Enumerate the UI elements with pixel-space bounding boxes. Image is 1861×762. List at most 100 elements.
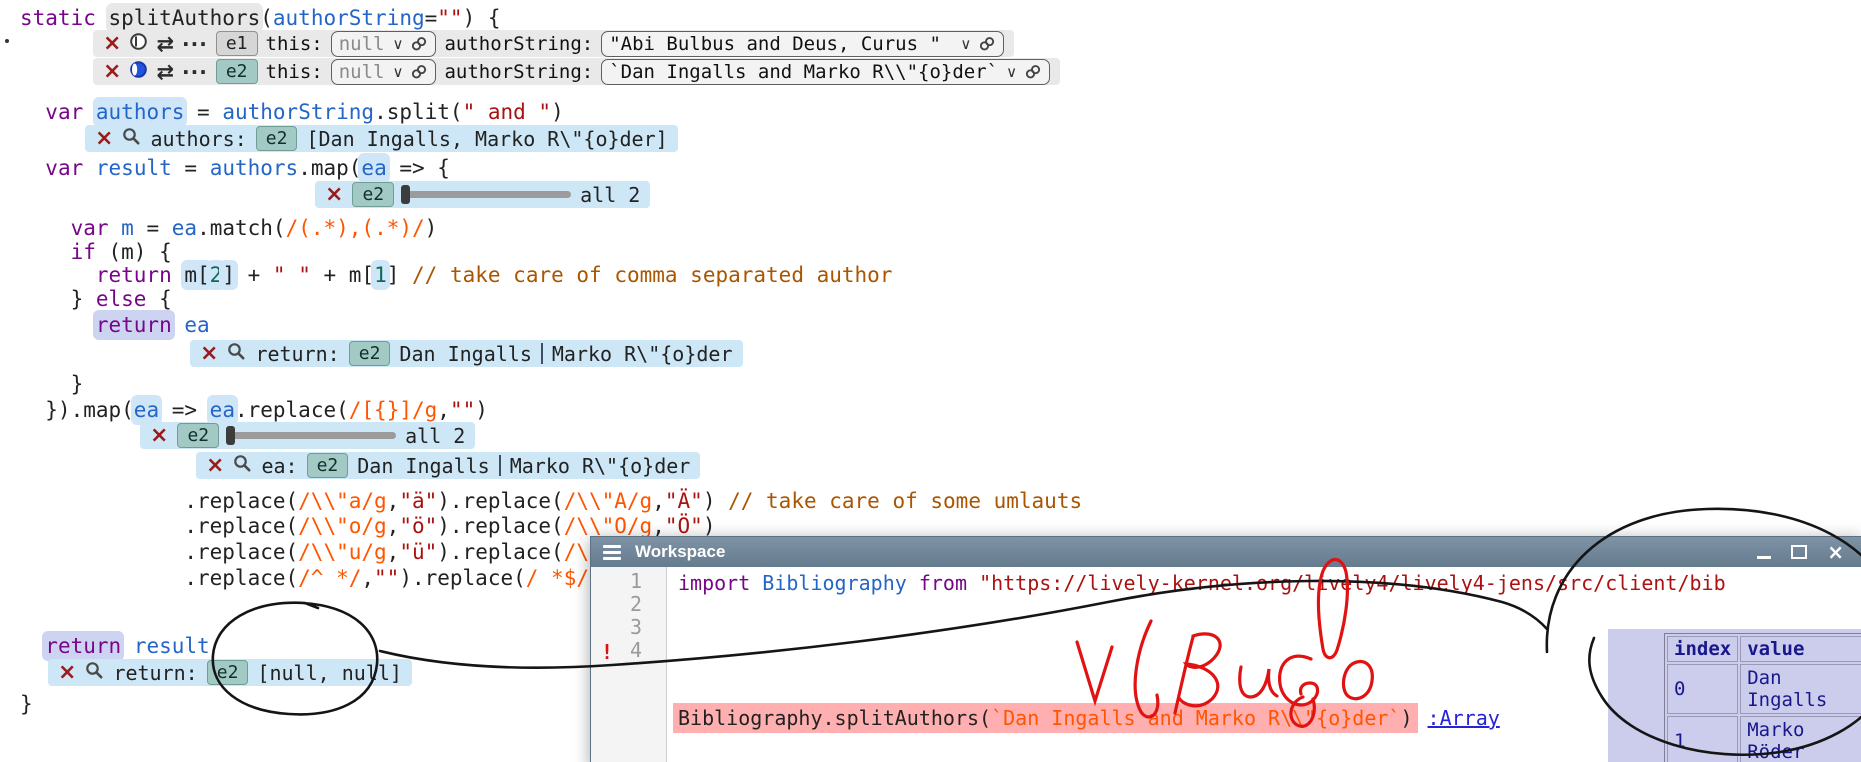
probe-return-inner: × return: e2 Dan Ingalls Marko R\"{o}der [190, 340, 743, 367]
swap-arrows-icon[interactable]: ⇄ [156, 60, 174, 84]
more-options-button[interactable]: ··· [182, 60, 208, 84]
object-inspector-panel: index value 0 Dan Ingalls 1 Marko Röder [1608, 629, 1861, 762]
evaluation-result-line: Bibliography.splitAuthors(`Dan Ingalls a… [673, 703, 1500, 733]
link-icon[interactable] [406, 30, 433, 58]
example-row-e2: × ⇄ ··· e2 this: null ∨ authorString: `D… [93, 58, 1060, 85]
window-title: Workspace [635, 542, 725, 562]
delete-probe-button[interactable]: × [325, 184, 343, 206]
code-line: var authors = authorString.split(" and "… [20, 100, 564, 124]
cell-index: 0 [1667, 664, 1738, 714]
more-options-button[interactable]: ··· [182, 32, 208, 56]
search-icon[interactable] [233, 454, 252, 478]
delete-probe-button[interactable]: × [150, 425, 168, 447]
this-value-input[interactable]: null ∨ [331, 31, 437, 57]
link-icon[interactable] [406, 58, 433, 86]
error-marker[interactable]: ! [601, 641, 613, 664]
search-icon[interactable] [227, 342, 246, 366]
maximize-button[interactable] [1791, 545, 1807, 559]
swap-arrows-icon[interactable]: ⇄ [156, 32, 174, 56]
cell-index: 1 [1667, 716, 1738, 762]
link-icon[interactable] [974, 30, 1001, 58]
code-line: var result = authors.map(ea => { [20, 156, 450, 180]
minimize-button[interactable] [1757, 556, 1771, 559]
code-line: .replace(/\\"a/g,"ä").replace(/\\"A/g,"Ä… [20, 489, 1082, 513]
example-badge[interactable]: e2 [349, 341, 391, 366]
toggle-on-icon[interactable] [129, 60, 148, 84]
example-badge[interactable]: e2 [352, 182, 394, 207]
line-number-gutter: 1 2 3 4 ! [591, 567, 667, 762]
example-badge[interactable]: e2 [256, 126, 298, 151]
example-badge[interactable]: e2 [216, 59, 258, 84]
probe-label: return: [113, 661, 197, 685]
probe-label: ea: [261, 454, 297, 478]
delete-probe-button[interactable]: × [200, 343, 218, 365]
workspace-editor[interactable]: 1 2 3 4 ! import Bibliography from "http… [591, 567, 1861, 762]
search-icon[interactable] [122, 127, 141, 151]
import-line: import Bibliography from "https://lively… [678, 571, 1726, 595]
code-line: } [20, 692, 33, 716]
author-string-input[interactable]: `Dan Ingalls and Marko R\\"{o}der` ∨ [601, 59, 1050, 85]
window-title-bar[interactable]: Workspace × [591, 537, 1861, 567]
close-button[interactable]: × [1827, 542, 1844, 562]
chevron-down-icon[interactable]: ∨ [393, 35, 404, 53]
iteration-slider[interactable] [228, 432, 396, 439]
table-header-value: value [1740, 636, 1861, 662]
this-value: null [339, 33, 385, 55]
inspector-table: index value 0 Dan Ingalls 1 Marko Röder [1664, 633, 1861, 762]
author-string-value: `Dan Ingalls and Marko R\\"{o}der` [609, 61, 998, 83]
example-slider: × e2 all 2 [140, 422, 475, 449]
workspace-code-area[interactable]: import Bibliography from "https://lively… [667, 567, 1861, 762]
example-badge[interactable]: e2 [207, 660, 249, 685]
table-row: 1 Marko Röder [1667, 716, 1861, 762]
table-row: 0 Dan Ingalls [1667, 664, 1861, 714]
delete-probe-button[interactable]: × [206, 455, 224, 477]
code-line: .replace(/\\"o/g,"ö").replace(/\\"O/g,"Ö… [20, 514, 715, 538]
line-number: 1 [591, 570, 642, 593]
toggle-off-icon[interactable] [129, 32, 148, 56]
cursor-dot [5, 39, 9, 43]
cell-value: Marko Röder [1740, 716, 1861, 762]
link-icon[interactable] [1020, 58, 1047, 86]
example-badge[interactable]: e2 [307, 453, 349, 478]
chevron-down-icon[interactable]: ∨ [960, 35, 971, 53]
delete-example-button[interactable]: × [103, 33, 121, 55]
line-number: 2 [591, 593, 642, 616]
value-separator [541, 343, 543, 364]
chevron-down-icon[interactable]: ∨ [393, 63, 404, 81]
slider-range-label: all 2 [405, 424, 465, 448]
search-icon[interactable] [85, 661, 104, 685]
line-number: 3 [591, 616, 642, 639]
example-badge[interactable]: e1 [216, 31, 258, 56]
delete-probe-button[interactable]: × [95, 128, 113, 150]
slider-thumb[interactable] [401, 185, 410, 204]
delete-example-button[interactable]: × [103, 61, 121, 83]
menu-icon[interactable] [603, 545, 621, 560]
table-header-index: index [1667, 636, 1738, 662]
probe-authors: × authors: e2 [Dan Ingalls, Marko R\"{o}… [85, 125, 678, 152]
babylonian-code-editor[interactable]: static splitAuthors(authorString="") { v… [0, 0, 1861, 762]
cell-value: Dan Ingalls [1740, 664, 1861, 714]
probe-value: Marko R\"{o}der [552, 342, 733, 366]
array-result-link[interactable]: :Array [1428, 706, 1500, 730]
example-badge[interactable]: e2 [177, 423, 219, 448]
this-value: null [339, 61, 385, 83]
this-label: this: [266, 33, 323, 55]
slider-range-label: all 2 [580, 183, 640, 207]
code-line: return result [20, 634, 210, 658]
probe-return-outer: × return: e2 [null, null] [48, 659, 412, 686]
iteration-slider[interactable] [403, 191, 571, 198]
chevron-down-icon[interactable]: ∨ [1006, 63, 1017, 81]
code-line: }).map(ea => ea.replace(/[{}]/g,"") [20, 398, 488, 422]
probe-value: Dan Ingalls [357, 454, 489, 478]
probe-value: Marko R\"{o}der [510, 454, 691, 478]
code-line: if (m) { [20, 240, 172, 264]
this-value-input[interactable]: null ∨ [331, 59, 437, 85]
this-label: this: [266, 61, 323, 83]
probe-label: return: [255, 342, 339, 366]
slider-thumb[interactable] [226, 426, 235, 445]
value-separator [499, 455, 501, 476]
author-string-label: authorString: [444, 61, 593, 83]
author-string-input[interactable]: "Abi Bulbus and Deus, Curus " ∨ [601, 31, 1004, 57]
example-slider: × e2 all 2 [315, 181, 650, 208]
delete-probe-button[interactable]: × [58, 662, 76, 684]
